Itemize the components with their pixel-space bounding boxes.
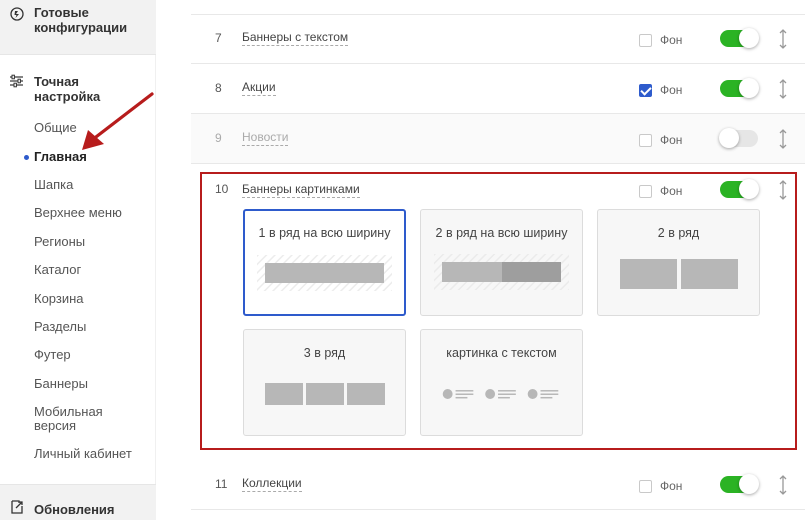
fine-tuning-title[interactable]: Точная настройка (34, 74, 144, 104)
option-label: 1 в ряд на всю ширину (258, 226, 391, 240)
block-number: 8 (215, 81, 222, 95)
layout-preview-block (347, 383, 385, 405)
block-toggle[interactable] (720, 28, 759, 48)
layout-option-2-full-width[interactable]: 2 в ряд на всю ширину (420, 209, 583, 316)
sidebar-item-regions[interactable]: Регионы (34, 235, 144, 249)
layout-option-2-in-row[interactable]: 2 в ряд (597, 209, 760, 316)
background-checkbox[interactable] (639, 185, 652, 198)
block-row: 8 Акции Фон (191, 64, 805, 114)
active-indicator (24, 155, 29, 160)
block-row: 11 Коллекции Фон (191, 460, 805, 510)
drag-handle-icon[interactable] (779, 79, 787, 99)
drag-handle-icon[interactable] (779, 180, 787, 200)
layout-preview-block (620, 259, 677, 289)
ready-configs-title[interactable]: Готовые конфигурации (34, 5, 144, 35)
block-toggle[interactable] (720, 78, 759, 98)
toggle-knob (739, 28, 759, 48)
toggle-knob (739, 179, 759, 199)
block-row: 7 Баннеры с текстом Фон (191, 14, 805, 64)
image-text-preview-icon (442, 389, 559, 399)
block-number: 11 (215, 477, 228, 491)
block-toggle[interactable] (719, 128, 758, 148)
sidebar-item-catalog[interactable]: Каталог (34, 263, 144, 277)
background-label: Фон (660, 479, 683, 493)
background-label: Фон (660, 133, 683, 147)
background-checkbox[interactable] (639, 480, 652, 493)
block-name[interactable]: Баннеры с текстом (242, 30, 349, 46)
block-row-expanded: 10 Баннеры картинками Фон 1 в ряд на всю… (200, 172, 797, 450)
toggle-knob (739, 78, 759, 98)
layout-option-1-full-width[interactable]: 1 в ряд на всю ширину (243, 209, 406, 316)
drag-handle-icon[interactable] (779, 129, 787, 149)
updates-icon (11, 500, 23, 514)
toggle-knob (719, 128, 739, 148)
sidebar-item-top-menu[interactable]: Верхнее меню (34, 206, 144, 220)
block-row-previous (191, 0, 805, 15)
block-name[interactable]: Баннеры картинками (242, 182, 360, 198)
block-toggle[interactable] (720, 179, 759, 199)
block-number: 7 (215, 31, 222, 45)
sidebar-item-banners[interactable]: Баннеры (34, 377, 144, 391)
sidebar-item-mobile[interactable]: Мобильная версия (34, 405, 119, 433)
layout-preview-icon (434, 254, 569, 290)
block-number: 10 (215, 182, 229, 196)
block-name[interactable]: Акции (242, 80, 276, 96)
updates-title[interactable]: Обновления (34, 502, 115, 517)
sidebar-item-account[interactable]: Личный кабинет (34, 447, 144, 461)
option-label: 2 в ряд (657, 226, 700, 240)
background-label: Фон (660, 83, 683, 97)
ready-configs-section[interactable]: Готовые конфигурации (0, 0, 156, 55)
layout-preview-icon (257, 255, 392, 291)
sidebar-item-sections[interactable]: Разделы (34, 320, 144, 334)
block-toggle[interactable] (720, 474, 759, 494)
option-label: картинка с текстом (446, 346, 557, 360)
sidebar-item-main[interactable]: Главная (34, 150, 144, 164)
settings-sliders-icon (10, 74, 23, 88)
sidebar: Готовые конфигурации Точная настройка Об… (0, 0, 156, 520)
toggle-knob (739, 474, 759, 494)
drag-handle-icon[interactable] (779, 29, 787, 49)
sidebar-item-general[interactable]: Общие (34, 121, 144, 135)
background-checkbox[interactable] (639, 84, 652, 97)
background-checkbox[interactable] (639, 134, 652, 147)
background-checkbox[interactable] (639, 34, 652, 47)
layout-preview-block (265, 383, 303, 405)
background-label: Фон (660, 184, 683, 198)
block-row: 9 Новости Фон (191, 114, 805, 164)
block-name[interactable]: Коллекции (242, 476, 302, 492)
layout-option-3-in-row[interactable]: 3 в ряд (243, 329, 406, 436)
option-label: 3 в ряд (303, 346, 346, 360)
sidebar-item-cart[interactable]: Корзина (34, 292, 144, 306)
layout-preview-block (681, 259, 738, 289)
configs-icon (10, 7, 24, 21)
layout-preview-block (306, 383, 344, 405)
layout-option-image-with-text[interactable]: картинка с текстом (420, 329, 583, 436)
updates-section[interactable]: Обновления (0, 484, 156, 520)
option-label: 2 в ряд на всю ширину (435, 226, 568, 240)
drag-handle-icon[interactable] (779, 475, 787, 495)
sidebar-item-footer[interactable]: Футер (34, 348, 144, 362)
background-label: Фон (660, 33, 683, 47)
sidebar-item-header[interactable]: Шапка (34, 178, 144, 192)
block-number: 9 (215, 131, 222, 145)
block-name[interactable]: Новости (242, 130, 289, 146)
